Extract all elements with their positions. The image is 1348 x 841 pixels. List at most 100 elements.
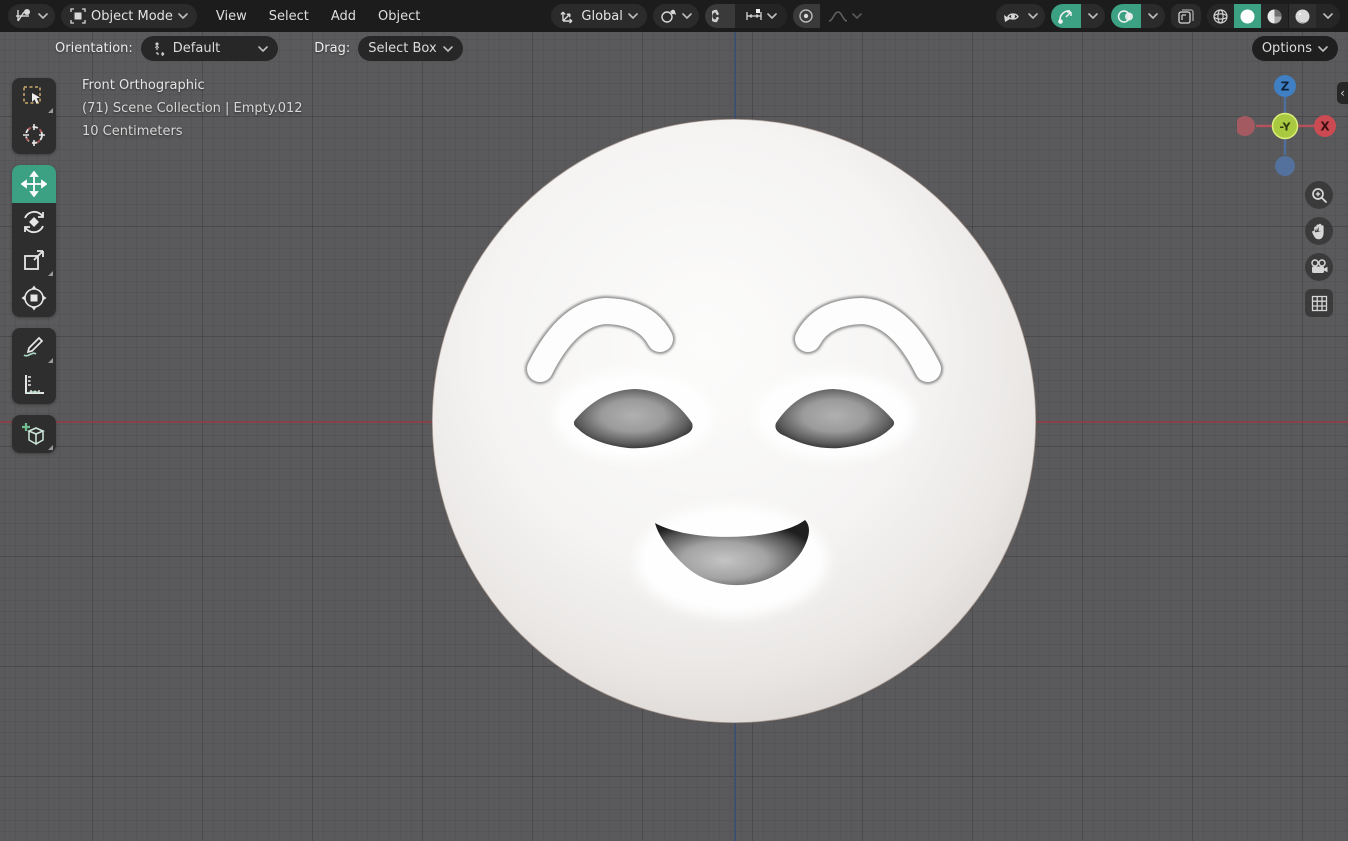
gizmo-axis-z-negative[interactable]: [1275, 156, 1295, 176]
orientation-axes-icon: [560, 8, 576, 24]
object-visibility-selector[interactable]: [996, 4, 1045, 28]
proportional-falloff-selector: [823, 4, 867, 28]
magnifier-plus-icon: [1311, 187, 1327, 203]
tool-cursor[interactable]: [12, 116, 56, 154]
chevron-down-icon: [628, 13, 638, 19]
sidebar-collapse-tab[interactable]: ‹: [1337, 82, 1348, 104]
drag-label: Drag:: [314, 41, 351, 56]
orientation-value: Global: [581, 8, 623, 24]
chevron-down-icon: [442, 45, 453, 52]
snap-target-selector[interactable]: [734, 4, 787, 28]
orientation-label: Orientation:: [55, 41, 133, 56]
drag-value: Select Box: [368, 41, 437, 56]
options-label: Options: [1261, 41, 1312, 56]
tool-transform[interactable]: [12, 279, 56, 317]
chevron-down-icon: [1318, 45, 1328, 52]
grid-scale: 10 Centimeters: [82, 124, 183, 139]
scene-object-smiley-face[interactable]: [428, 113, 1040, 733]
chevron-down-icon: [1323, 13, 1333, 19]
pivot-point-icon: [660, 8, 677, 24]
chevron-down-icon: [852, 13, 862, 19]
shading-wireframe-button[interactable]: [1207, 4, 1234, 28]
tool-select-box[interactable]: [12, 78, 56, 116]
tool-annotate[interactable]: [12, 328, 56, 366]
menu-select[interactable]: Select: [258, 4, 320, 28]
visibility-eye-icon: [1003, 9, 1023, 24]
shading-rendered-button[interactable]: [1289, 4, 1316, 28]
tool-settings-bar: Orientation: Default Drag: Select Box Op…: [0, 32, 1348, 65]
gizmo-options-dropdown[interactable]: [1081, 4, 1105, 28]
solid-sphere-icon: [1239, 8, 1256, 25]
viewport-controls: [1305, 181, 1333, 317]
viewport-info: Front Orthographic (71) Scene Collection…: [82, 74, 303, 143]
tool-add-cube[interactable]: [12, 415, 56, 453]
sphere-body: [431, 118, 1037, 724]
collapse-arrow-icon: ‹: [1340, 86, 1345, 100]
shading-solid-button[interactable]: [1234, 4, 1261, 28]
menu-object[interactable]: Object: [367, 4, 431, 28]
menu-view[interactable]: View: [205, 4, 258, 28]
editor-type-button[interactable]: [8, 4, 55, 28]
overlays-options-dropdown[interactable]: [1141, 4, 1165, 28]
rendered-sphere-icon: [1294, 8, 1311, 25]
chevron-down-icon: [767, 13, 777, 19]
perspective-toggle-button[interactable]: [1305, 289, 1333, 317]
options-dropdown[interactable]: Options: [1251, 36, 1338, 61]
view-name: Front Orthographic: [82, 78, 205, 93]
orientation-dropdown[interactable]: Default: [140, 36, 279, 61]
magnet-icon: [711, 8, 728, 24]
grid-icon: [1311, 295, 1327, 311]
show-gizmo-toggle[interactable]: [1051, 4, 1081, 28]
mode-label: Object Mode: [91, 8, 173, 24]
shading-material-button[interactable]: [1261, 4, 1288, 28]
mode-selector[interactable]: Object Mode: [61, 4, 197, 28]
pan-button[interactable]: [1305, 217, 1333, 245]
tool-measure[interactable]: [12, 366, 56, 404]
snap-toggle-button[interactable]: [704, 4, 735, 28]
snap-increment-icon: [745, 9, 763, 23]
chevron-down-icon: [1028, 13, 1038, 19]
falloff-curve-icon: [828, 9, 848, 23]
chevron-down-icon: [258, 45, 269, 52]
orientation-default-icon: [151, 41, 167, 57]
xray-icon: [1177, 8, 1195, 25]
orientation-value: Default: [172, 41, 221, 56]
active-collection: (71) Scene Collection | Empty.012: [82, 101, 303, 116]
show-overlays-toggle[interactable]: [1111, 4, 1141, 28]
object-mode-icon: [70, 8, 86, 24]
gizmo-axis-x-negative[interactable]: [1235, 116, 1255, 136]
gizmo-x-label: X: [1320, 120, 1330, 134]
shading-mode-group: [1207, 4, 1340, 28]
chevron-down-icon: [1148, 13, 1158, 19]
hand-icon: [1312, 223, 1324, 239]
xray-toggle[interactable]: [1171, 4, 1201, 28]
gizmo-y-label: -Y: [1280, 121, 1292, 134]
drag-dropdown[interactable]: Select Box: [358, 36, 463, 61]
chevron-down-icon: [178, 13, 188, 19]
tool-scale[interactable]: [12, 241, 56, 279]
overlays-icon: [1117, 9, 1135, 24]
viewport-header: Object Mode View Select Add Object Globa…: [0, 0, 1348, 32]
wireframe-sphere-icon: [1212, 8, 1229, 25]
pivot-point-selector[interactable]: [652, 4, 699, 28]
material-preview-sphere-icon: [1266, 8, 1283, 25]
toolbar: [12, 78, 56, 453]
chevron-down-icon: [38, 13, 48, 19]
navigation-gizmo[interactable]: Z X -Y: [1235, 74, 1337, 182]
tool-move[interactable]: [12, 165, 56, 203]
chevron-down-icon: [1088, 13, 1098, 19]
gizmo-z-label: Z: [1281, 80, 1290, 94]
snapping-group: [704, 4, 787, 28]
menu-add[interactable]: Add: [320, 4, 367, 28]
movie-camera-icon: [1311, 259, 1328, 273]
transform-orientation-selector[interactable]: Global: [551, 4, 647, 28]
gizmo-icon: [1057, 8, 1075, 25]
editor-type-3d-viewport-icon: [15, 8, 33, 24]
proportional-editing-icon: [798, 8, 814, 24]
proportional-editing-toggle[interactable]: [792, 4, 820, 28]
tool-rotate[interactable]: [12, 203, 56, 241]
camera-view-button[interactable]: [1305, 253, 1333, 281]
zoom-button[interactable]: [1305, 181, 1333, 209]
shading-options-dropdown[interactable]: [1316, 4, 1340, 28]
3d-viewport[interactable]: Orientation: Default Drag: Select Box Op…: [0, 32, 1348, 841]
